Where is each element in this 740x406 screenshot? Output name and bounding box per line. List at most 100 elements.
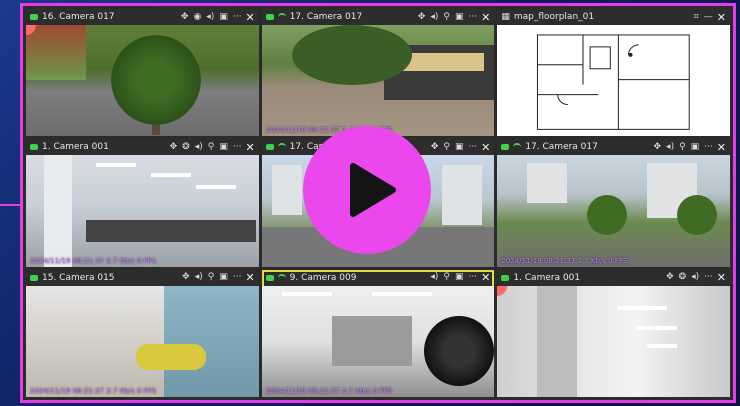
ceiling-light — [281, 291, 332, 296]
live-status-icon — [265, 144, 274, 151]
close-icon[interactable]: ✕ — [481, 271, 490, 284]
dome-camera — [424, 315, 495, 386]
camera-tile-7[interactable]: 15. Camera 015 ✥ ◂) ⚲ ▣ ··· ✕ 2024/11/19… — [26, 269, 259, 397]
record-icon[interactable]: ◉ — [193, 12, 201, 22]
floorplan-map[interactable] — [497, 25, 730, 137]
zoom-icon[interactable]: ⚲ — [208, 273, 215, 282]
camera-icon[interactable]: ▣ — [219, 142, 228, 152]
live-status-icon — [265, 14, 274, 20]
ptz-icon[interactable]: ✥ — [654, 142, 662, 152]
camera-icon[interactable]: ▣ — [455, 142, 464, 152]
video-overlay-info: 2024/11/19 08:21:37 2.7 Kb/s 0 FPS — [265, 387, 392, 395]
volume-icon[interactable]: ◂) — [666, 142, 674, 152]
more-icon[interactable]: ··· — [233, 273, 242, 282]
video-overlay-info: 2024/11/19 08:21:37 2.7 Kb/s 0 FPS — [501, 256, 628, 265]
minus-icon[interactable]: — — [704, 12, 713, 22]
close-icon[interactable]: ✕ — [717, 271, 726, 284]
zoom-icon[interactable]: ⚲ — [443, 12, 450, 22]
close-icon[interactable]: ✕ — [245, 271, 254, 284]
camera-title: 16. Camera 017 — [42, 12, 115, 22]
volume-icon[interactable]: ◂) — [430, 273, 438, 282]
camera-icon[interactable]: ▣ — [219, 12, 228, 22]
volume-icon[interactable]: ◂) — [430, 12, 438, 22]
camera-icon[interactable]: ▣ — [691, 142, 700, 152]
building-shape — [527, 163, 568, 204]
camera-title: 1. Camera 001 — [513, 272, 581, 283]
more-icon[interactable]: ··· — [469, 273, 478, 282]
storage-shelf — [331, 315, 412, 366]
video-overlay-info: 2024/11/19 08:21:37 2.7 Kb/s 0 FPS — [30, 387, 157, 395]
camera-title: 1. Camera 001 — [42, 142, 109, 153]
camera-title: 9. Camera 009 — [289, 272, 357, 283]
video-feed[interactable] — [26, 25, 259, 137]
tree-canopy — [677, 195, 718, 236]
more-icon[interactable]: ··· — [233, 142, 242, 152]
close-icon[interactable]: ✕ — [481, 11, 490, 24]
lobby-sofa — [136, 343, 206, 370]
volume-icon[interactable]: ◂) — [206, 12, 214, 22]
camera-tile-9[interactable]: 1. Camera 001 ✥ ❂ ◂) ··· ✕ — [497, 269, 730, 397]
video-feed[interactable]: 2024/11/19 08:21:37 2.7 Kb/s 0 FPS — [26, 155, 259, 267]
ceiling-light — [371, 291, 432, 296]
close-icon[interactable]: ✕ — [717, 11, 726, 24]
more-icon[interactable]: ··· — [704, 142, 713, 152]
fisheye-icon[interactable]: ❂ — [182, 142, 190, 152]
ptz-icon[interactable]: ✥ — [666, 273, 674, 282]
alert-badge — [497, 285, 508, 296]
camera-tile-4[interactable]: 1. Camera 001 ✥ ❂ ◂) ⚲ ▣ ··· ✕ 2024/11/1… — [26, 139, 259, 267]
tile-header: 16. Camera 017 ✥ ◉ ◂) ▣ ··· ✕ — [26, 9, 259, 25]
ptz-icon[interactable]: ✥ — [181, 12, 189, 22]
camera-title: 17. Camera 017 — [525, 142, 598, 153]
live-status-icon — [265, 274, 274, 281]
video-feed[interactable]: 2024/11/19 08:21:37 2.7 Kb/s 0 FPS — [261, 285, 495, 397]
camera-icon[interactable]: ▣ — [455, 12, 464, 22]
camera-tile-6[interactable]: 17. Camera 017 ✥ ◂) ⚲ ▣ ··· ✕ 2024/11/19… — [497, 139, 730, 267]
tile-header: 1. Camera 001 ✥ ❂ ◂) ··· ✕ — [497, 269, 730, 286]
fit-icon[interactable]: ⌗ — [694, 12, 699, 22]
camera-tile-8[interactable]: 9. Camera 009 ◂) ⚲ ▣ ··· ✕ 2024/11/19 08… — [261, 269, 495, 397]
close-icon[interactable]: ✕ — [717, 141, 726, 154]
video-feed[interactable]: 2024/11/19 08:21:37 2.7 Kb/s 0 FPS — [26, 285, 259, 397]
more-icon[interactable]: ··· — [704, 273, 713, 282]
camera-title: 15. Camera 015 — [42, 272, 115, 283]
tile-header: 1. Camera 001 ✥ ❂ ◂) ⚲ ▣ ··· ✕ — [26, 139, 259, 156]
camera-icon[interactable]: ▣ — [219, 273, 228, 282]
zoom-icon[interactable]: ⚲ — [679, 142, 686, 152]
video-feed[interactable]: 2024/11/19 08:21:37 2.7 Kb/s 0 FPS — [497, 155, 730, 267]
more-icon[interactable]: ··· — [233, 12, 242, 22]
tree-canopy — [291, 25, 412, 85]
more-icon[interactable]: ··· — [469, 12, 478, 22]
video-feed[interactable]: 2024/11/19 08:21:37 2.7 Kb/s 0 FPS — [261, 25, 495, 137]
ptz-icon[interactable]: ✥ — [431, 142, 439, 152]
play-button[interactable] — [303, 126, 431, 254]
palm-tree — [111, 35, 201, 125]
live-status-icon — [501, 274, 510, 281]
ptz-icon[interactable]: ✥ — [170, 142, 178, 152]
volume-icon[interactable]: ◂) — [691, 273, 699, 282]
ptz-icon[interactable]: ✥ — [182, 273, 190, 282]
volume-icon[interactable]: ◂) — [195, 142, 203, 152]
building-shape — [26, 25, 86, 80]
volume-icon[interactable]: ◂) — [195, 273, 203, 282]
more-icon[interactable]: ··· — [469, 142, 478, 152]
ptz-icon[interactable]: ✥ — [418, 12, 426, 22]
map-title: map_floorplan_01 — [513, 12, 595, 22]
close-icon[interactable]: ✕ — [245, 141, 254, 154]
tile-header: 17. Camera 017 ✥ ◂) ⚲ ▣ ··· ✕ — [497, 139, 730, 156]
camera-tile-1[interactable]: 16. Camera 017 ✥ ◉ ◂) ▣ ··· ✕ — [26, 9, 259, 137]
close-icon[interactable]: ✕ — [481, 141, 490, 154]
fisheye-icon[interactable]: ❂ — [679, 273, 687, 282]
map-tile[interactable]: ▦ map_floorplan_01 ⌗ — ✕ — [497, 9, 730, 137]
tile-header: ▦ map_floorplan_01 ⌗ — ✕ — [497, 9, 730, 25]
camera-tile-2[interactable]: 17. Camera 017 ✥ ◂) ⚲ ▣ ··· ✕ 2024/11/19… — [261, 9, 495, 137]
zoom-icon[interactable]: ⚲ — [208, 142, 215, 152]
zoom-icon[interactable]: ⚲ — [443, 142, 450, 152]
ceiling-light — [617, 305, 668, 310]
tile-header: 9. Camera 009 ◂) ⚲ ▣ ··· ✕ — [261, 269, 495, 286]
video-feed[interactable] — [497, 285, 730, 397]
zoom-icon[interactable]: ⚲ — [443, 273, 450, 282]
close-icon[interactable]: ✕ — [245, 11, 254, 24]
camera-icon[interactable]: ▣ — [455, 273, 464, 282]
wall-panel — [537, 285, 578, 397]
signal-icon — [277, 13, 286, 21]
